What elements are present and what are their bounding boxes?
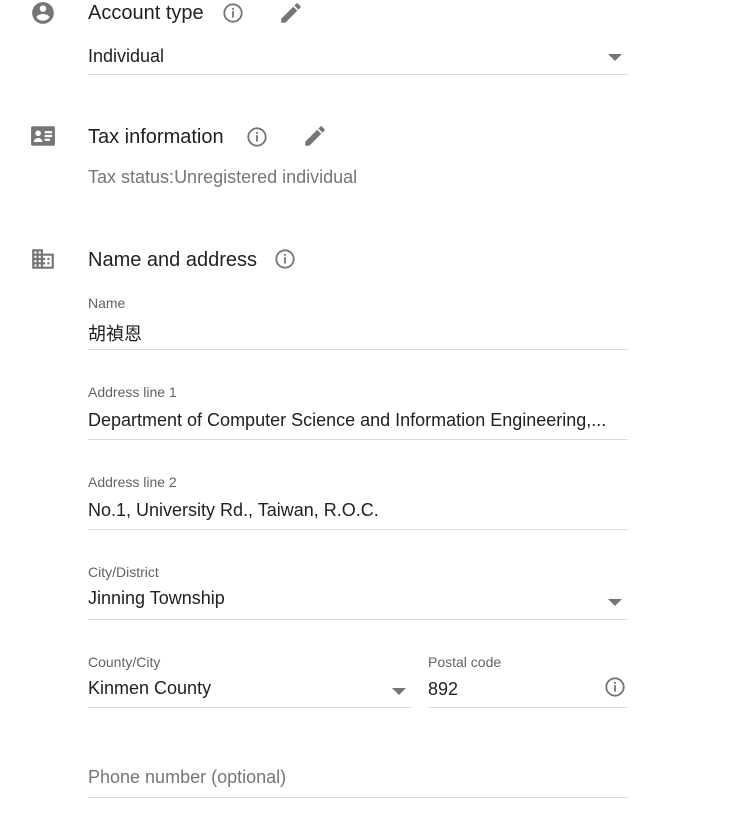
postal-code-label: Postal code <box>428 654 502 670</box>
address-line-1-label: Address line 1 <box>88 384 177 400</box>
city-district-select[interactable]: Jinning Township <box>88 588 598 609</box>
dropdown-caret-icon[interactable] <box>608 599 622 606</box>
info-icon[interactable] <box>246 126 268 148</box>
city-district-underline <box>88 619 628 620</box>
tax-status: Tax status:Unregistered individual <box>88 167 357 188</box>
county-city-select[interactable]: Kinmen County <box>88 678 378 699</box>
county-city-label: County/City <box>88 654 161 670</box>
address-line-2-label: Address line 2 <box>88 474 177 490</box>
pencil-icon[interactable] <box>302 123 328 149</box>
postal-code-field[interactable]: 892 <box>428 679 588 700</box>
id-card-icon <box>31 126 55 146</box>
account-type-title: Account type <box>88 2 204 24</box>
dropdown-caret-icon[interactable] <box>392 688 406 695</box>
name-field[interactable]: 胡禎恩 <box>88 320 628 346</box>
tax-information-title: Tax information <box>88 126 224 148</box>
info-icon[interactable] <box>604 676 626 698</box>
city-district-label: City/District <box>88 564 159 580</box>
pencil-icon[interactable] <box>278 0 304 26</box>
account-type-select[interactable]: Individual <box>88 46 608 67</box>
info-icon[interactable] <box>222 2 244 24</box>
account-circle-icon <box>32 2 54 24</box>
address-line-1-underline <box>88 439 628 440</box>
address-line-1-field[interactable]: Department of Computer Science and Infor… <box>88 410 628 431</box>
name-and-address-title: Name and address <box>88 249 257 271</box>
account-type-underline <box>88 74 628 75</box>
building-icon <box>32 249 54 269</box>
info-icon[interactable] <box>274 248 296 270</box>
tax-status-label: Tax status <box>88 167 170 187</box>
dropdown-caret-icon[interactable] <box>608 54 622 61</box>
phone-number-field[interactable]: Phone number (optional) <box>88 767 628 788</box>
address-line-2-underline <box>88 529 628 530</box>
name-label: Name <box>88 295 126 311</box>
address-line-2-field[interactable]: No.1, University Rd., Taiwan, R.O.C. <box>88 500 628 521</box>
postal-code-underline <box>428 707 628 708</box>
county-city-underline <box>88 707 412 708</box>
name-underline <box>88 349 628 350</box>
tax-status-value: Unregistered individual <box>174 167 358 187</box>
phone-number-underline <box>88 797 628 798</box>
